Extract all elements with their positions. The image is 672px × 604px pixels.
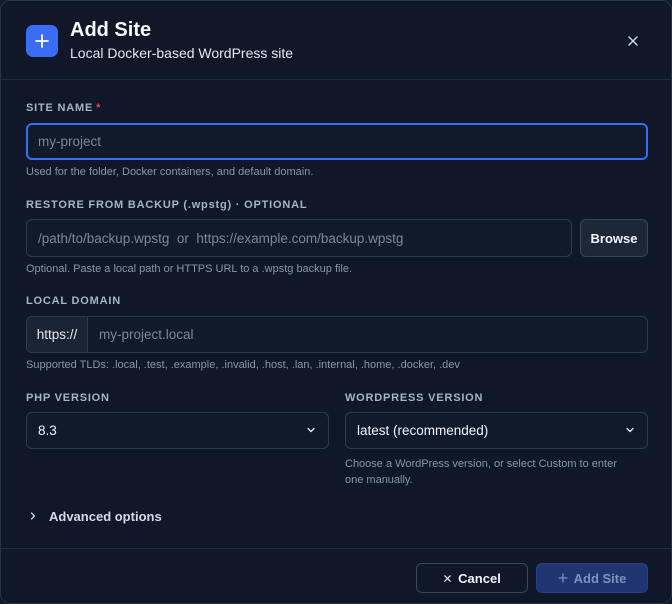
local-domain-label: LOCAL DOMAIN [26, 295, 121, 307]
cancel-button-label: Cancel [458, 570, 501, 586]
wordpress-version-value: latest (recommended) [357, 423, 489, 438]
dialog-header: Add Site Local Docker-based WordPress si… [1, 1, 671, 80]
chevron-down-icon [307, 427, 315, 433]
restore-backup-label: RESTORE FROM BACKUP (.wpstg) · OPTIONAL [26, 199, 308, 211]
add-site-dialog: Add Site Local Docker-based WordPress si… [0, 0, 672, 604]
close-button[interactable] [621, 29, 645, 53]
dialog-title: Add Site [70, 19, 152, 41]
domain-prefix: https:// [27, 317, 88, 352]
domain-input-group: https:// [26, 316, 648, 353]
add-site-button[interactable]: Add Site [536, 563, 648, 593]
php-version-select[interactable]: 8.3 [26, 412, 329, 449]
site-name-label: SITE NAME * [26, 102, 101, 114]
close-icon [628, 36, 638, 46]
plus-icon [557, 573, 568, 583]
wordpress-help-line-1: Choose a WordPress version, or select Cu… [345, 458, 617, 470]
dialog-footer: Cancel Add Site [1, 548, 671, 603]
wordpress-help-line-2: one manually. [345, 474, 413, 486]
restore-backup-help: Optional. Paste a local path or HTTPS UR… [26, 263, 353, 275]
php-version-value: 8.3 [38, 423, 57, 438]
site-name-help: Used for the folder, Docker containers, … [26, 166, 314, 178]
close-icon [443, 574, 452, 583]
php-version-label: PHP VERSION [26, 392, 110, 404]
wordpress-version-label: WORDPRESS VERSION [345, 392, 484, 404]
add-site-button-label: Add Site [573, 570, 627, 586]
cancel-button[interactable]: Cancel [416, 563, 528, 593]
wordpress-version-select[interactable]: latest (recommended) [345, 412, 648, 449]
plus-icon [26, 25, 58, 57]
advanced-options-label: Advanced options [49, 508, 162, 524]
chevron-down-icon [626, 427, 634, 433]
wordpress-version-help: Choose a WordPress version, or select Cu… [345, 456, 617, 488]
domain-help: Supported TLDs: .local, .test, .example,… [26, 359, 460, 371]
required-mark: * [96, 102, 102, 114]
domain-input[interactable] [88, 317, 647, 352]
site-name-input[interactable] [26, 123, 648, 160]
browse-button[interactable]: Browse [580, 219, 648, 257]
backup-path-input[interactable] [26, 219, 572, 257]
dialog-subtitle: Local Docker-based WordPress site [70, 45, 294, 61]
chevron-right-icon [30, 512, 36, 520]
advanced-options-toggle[interactable]: Advanced options [26, 506, 162, 526]
site-name-label-text: SITE NAME [26, 102, 94, 114]
